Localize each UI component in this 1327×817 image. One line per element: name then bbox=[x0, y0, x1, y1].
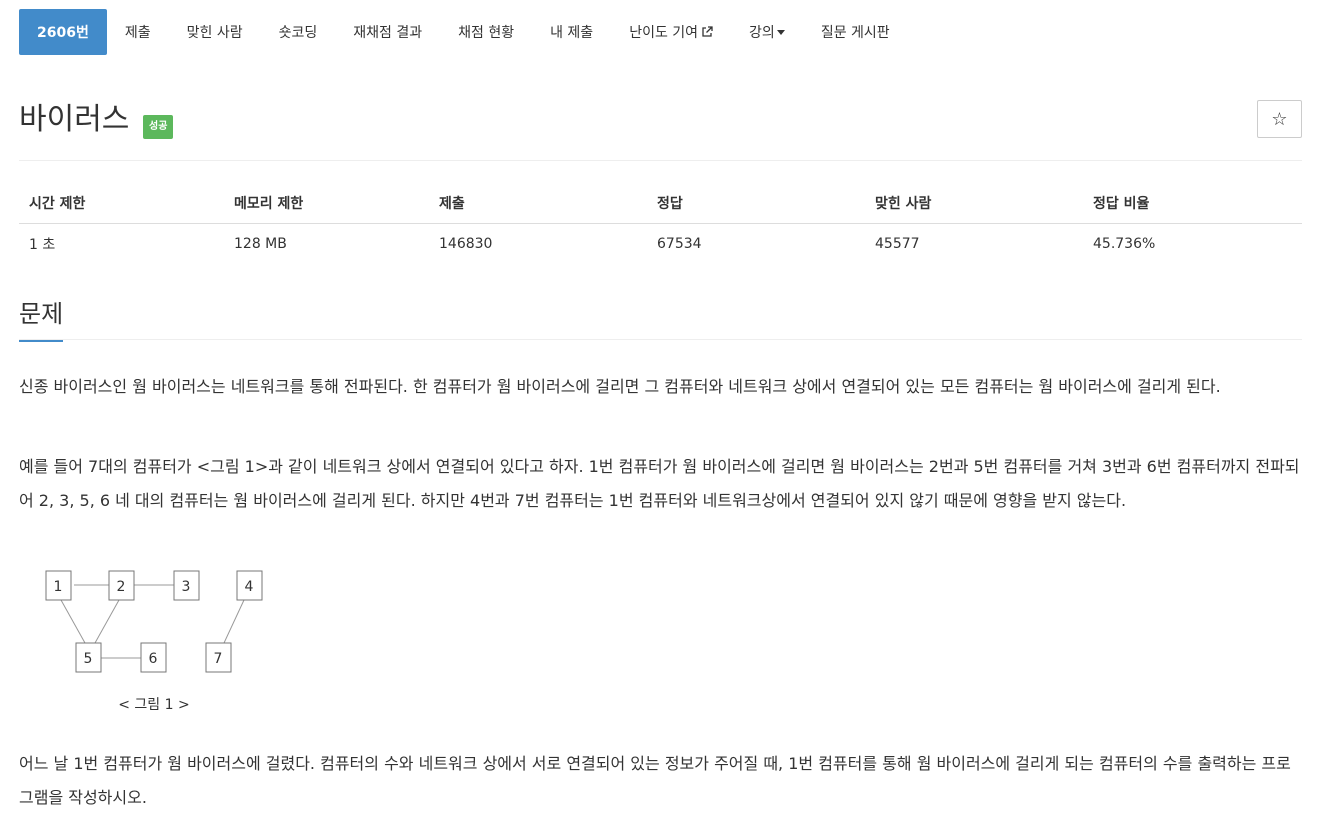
edge-4-7 bbox=[223, 599, 245, 644]
problem-paragraph-2: 예를 들어 7대의 컴퓨터가 <그림 1>과 같이 네트워크 상에서 연결되어 … bbox=[19, 457, 1300, 510]
table-header-row: 시간 제한 메모리 제한 제출 정답 맞힌 사람 정답 비율 bbox=[19, 183, 1302, 224]
caret-down-icon bbox=[776, 29, 785, 35]
node-label-3: 3 bbox=[182, 579, 191, 595]
section-title: 문제 bbox=[19, 294, 64, 342]
external-link-icon bbox=[702, 26, 713, 37]
figure-caption: < 그림 1 > bbox=[118, 697, 189, 713]
tab-label: 숏코딩 bbox=[278, 25, 318, 41]
problem-paragraph-3: 어느 날 1번 컴퓨터가 웜 바이러스에 걸렸다. 컴퓨터의 수와 네트워크 상… bbox=[19, 754, 1291, 807]
header-time-limit: 시간 제한 bbox=[19, 183, 224, 224]
problem-title-row: 바이러스 성공 ☆ bbox=[19, 100, 1302, 140]
problem-nav-tabs: 2606번 제출 맞힌 사람 숏코딩 재채점 결과 채점 현황 내 제출 난이도… bbox=[19, 9, 908, 55]
problem-section-header: 문제 bbox=[19, 294, 1302, 342]
header-submissions: 제출 bbox=[429, 183, 647, 224]
favorite-star-button[interactable]: ☆ bbox=[1257, 100, 1302, 138]
value-memory-limit: 128 MB bbox=[234, 235, 287, 252]
table-row: 1 초 128 MB 146830 67534 45577 45.736% bbox=[19, 223, 1302, 264]
edge-1-5 bbox=[60, 599, 86, 644]
title-divider bbox=[19, 160, 1302, 161]
node-label-4: 4 bbox=[245, 579, 254, 595]
tab-label: 강의 bbox=[749, 25, 775, 41]
tab-label: 제출 bbox=[124, 25, 151, 41]
tab-my-submissions[interactable]: 내 제출 bbox=[532, 9, 611, 55]
node-label-5: 5 bbox=[84, 651, 93, 667]
tab-rejudge-results[interactable]: 재채점 결과 bbox=[335, 9, 440, 55]
tab-label: 난이도 기여 bbox=[629, 25, 699, 41]
tab-solved-users[interactable]: 맞힌 사람 bbox=[169, 9, 261, 55]
header-accept-ratio: 정답 비율 bbox=[1083, 183, 1302, 224]
header-memory-limit: 메모리 제한 bbox=[224, 183, 429, 224]
node-label-1: 1 bbox=[54, 579, 63, 595]
tab-label: 2606번 bbox=[37, 25, 89, 41]
problem-title: 바이러스 bbox=[19, 102, 130, 137]
edge-2-5 bbox=[94, 599, 120, 644]
network-diagram-figure: 1 2 3 4 5 6 7 < 그림 1 > bbox=[45, 570, 263, 713]
value-solved-users: 45577 bbox=[875, 235, 920, 252]
tab-submit[interactable]: 제출 bbox=[107, 9, 169, 55]
tab-label: 재채점 결과 bbox=[353, 25, 423, 41]
tab-problem-number[interactable]: 2606번 bbox=[19, 9, 107, 55]
value-accepted: 67534 bbox=[657, 235, 702, 252]
tab-label: 맞힌 사람 bbox=[186, 25, 243, 41]
value-time-limit: 1 초 bbox=[29, 236, 56, 253]
tab-label: 질문 게시판 bbox=[820, 25, 890, 41]
header-solved-users: 맞힌 사람 bbox=[865, 183, 1083, 224]
tab-question-board[interactable]: 질문 게시판 bbox=[803, 9, 908, 55]
star-icon: ☆ bbox=[1271, 108, 1288, 130]
value-submissions: 146830 bbox=[439, 235, 493, 252]
node-label-2: 2 bbox=[117, 579, 126, 595]
value-accept-ratio: 45.736% bbox=[1093, 235, 1156, 252]
problem-paragraph-1: 신종 바이러스인 웜 바이러스는 네트워크를 통해 전파된다. 한 컴퓨터가 웜… bbox=[19, 377, 1221, 396]
tab-lectures-dropdown[interactable]: 강의 bbox=[731, 9, 803, 55]
node-label-6: 6 bbox=[149, 651, 158, 667]
tab-short-coding[interactable]: 숏코딩 bbox=[261, 9, 336, 55]
status-badge: 성공 bbox=[143, 115, 174, 139]
tab-label: 채점 현황 bbox=[458, 25, 515, 41]
tab-judge-status[interactable]: 채점 현황 bbox=[440, 9, 532, 55]
tab-label: 내 제출 bbox=[550, 25, 594, 41]
tab-difficulty-contribution[interactable]: 난이도 기여 bbox=[611, 9, 731, 55]
node-label-7: 7 bbox=[214, 651, 223, 667]
problem-info-table: 시간 제한 메모리 제한 제출 정답 맞힌 사람 정답 비율 1 초 128 M… bbox=[19, 183, 1302, 264]
header-accepted: 정답 bbox=[647, 183, 865, 224]
